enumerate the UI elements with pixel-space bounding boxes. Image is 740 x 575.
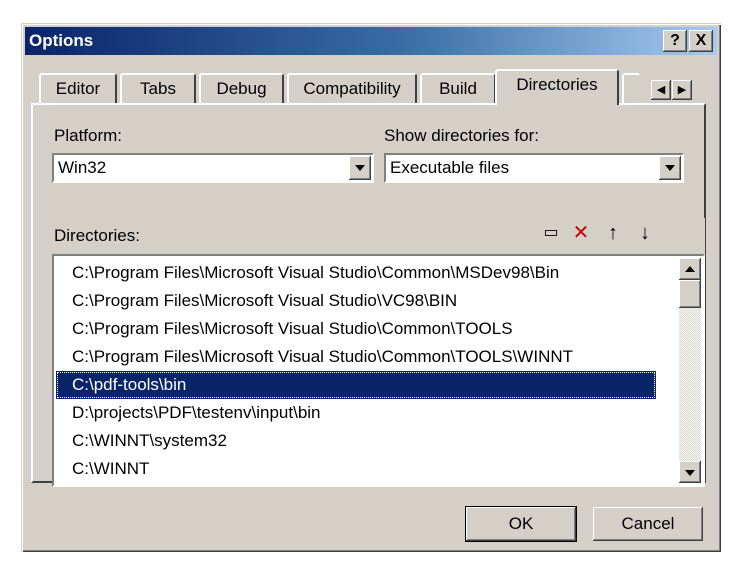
platform-value: Win32 bbox=[58, 158, 107, 177]
options-dialog: Options ? X Editor Tabs Debug Compatibil… bbox=[21, 23, 721, 552]
list-item[interactable]: C:\Program Files\Microsoft Visual Studio… bbox=[56, 315, 656, 343]
tab-compatibility[interactable]: Compatibility bbox=[287, 73, 417, 103]
cancel-button[interactable]: Cancel bbox=[593, 507, 703, 541]
vertical-scrollbar[interactable] bbox=[679, 258, 701, 483]
directories-label: Directories: bbox=[54, 226, 140, 245]
ok-button[interactable]: OK bbox=[465, 506, 577, 542]
show-for-select[interactable]: Executable files bbox=[384, 153, 684, 183]
tab-build[interactable]: Build bbox=[420, 73, 496, 103]
tab-editor[interactable]: Editor bbox=[39, 73, 117, 103]
chevron-down-icon bbox=[685, 470, 695, 476]
directories-list[interactable]: C:\Program Files\Microsoft Visual Studio… bbox=[52, 254, 705, 487]
platform-dropdown-button[interactable] bbox=[349, 156, 371, 180]
list-item[interactable]: C:\WINNT\system32 bbox=[56, 427, 656, 455]
move-up-icon[interactable]: ↑ bbox=[601, 221, 625, 245]
tab-scroll-right-icon[interactable]: ▶ bbox=[672, 80, 692, 100]
show-for-value: Executable files bbox=[390, 158, 510, 177]
show-for-dropdown-button[interactable] bbox=[659, 156, 681, 180]
platform-select[interactable]: Win32 bbox=[52, 153, 374, 183]
scroll-thumb[interactable] bbox=[679, 280, 701, 308]
delete-icon[interactable]: ✕ bbox=[569, 221, 593, 245]
platform-label: Platform: bbox=[54, 126, 123, 145]
chevron-down-icon bbox=[355, 165, 365, 171]
scroll-up-button[interactable] bbox=[679, 258, 701, 280]
tab-scroll-left-icon[interactable]: ◀ bbox=[651, 80, 671, 100]
list-item[interactable]: C:\Program Files\Microsoft Visual Studio… bbox=[56, 259, 656, 287]
list-item[interactable]: C:\WINNT bbox=[56, 455, 656, 483]
list-item[interactable]: C:\Program Files\Microsoft Visual Studio… bbox=[56, 287, 656, 315]
tab-debug[interactable]: Debug bbox=[199, 73, 284, 103]
tab-overflow bbox=[622, 73, 640, 103]
chevron-down-icon bbox=[665, 165, 675, 171]
list-item-selected[interactable]: C:\pdf-tools\bin bbox=[56, 371, 656, 399]
list-item[interactable]: C:\Program Files\Microsoft Visual Studio… bbox=[56, 343, 656, 371]
show-for-label: Show directories for: bbox=[384, 126, 539, 145]
move-down-icon[interactable]: ↓ bbox=[633, 221, 657, 245]
tab-tabs[interactable]: Tabs bbox=[120, 73, 196, 103]
list-item[interactable]: D:\projects\PDF\testenv\input\bin bbox=[56, 399, 656, 427]
new-folder-icon[interactable]: ▭ bbox=[539, 221, 563, 245]
tab-directories[interactable]: Directories bbox=[495, 69, 619, 105]
scroll-down-button[interactable] bbox=[679, 461, 701, 483]
chevron-up-icon bbox=[685, 266, 695, 272]
